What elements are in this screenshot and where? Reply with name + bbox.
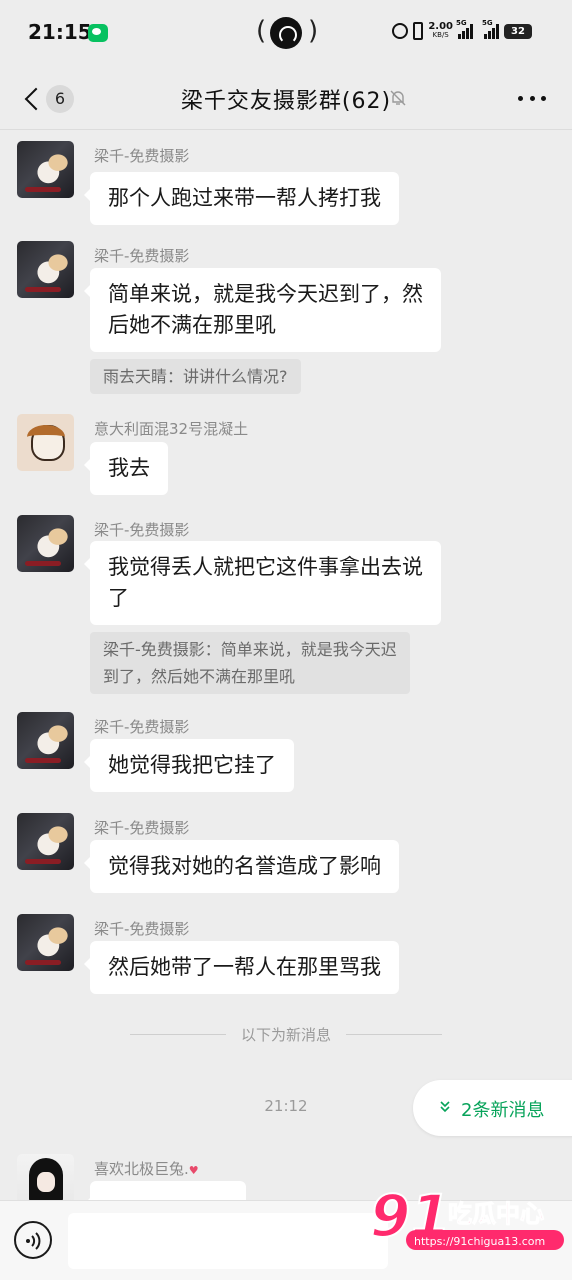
chat-header: 6 梁千交友摄影群(62): [0, 68, 572, 130]
message-bubble[interactable]: 觉得我对她的名誉造成了影响: [84, 840, 399, 893]
quoted-text-line: 到了，然后她不满在那里吼: [103, 667, 296, 686]
new-messages-label: 2条新消息: [461, 1100, 545, 1121]
divider-line: [346, 1034, 442, 1035]
double-chevron-down-icon: [440, 1101, 450, 1113]
new-messages-button[interactable]: 2条新消息: [413, 1080, 572, 1136]
divider-text: 以下为新消息: [240, 1026, 331, 1044]
sender-name: 梁千-免费摄影: [94, 521, 190, 539]
hotspot-icon: [270, 17, 302, 49]
vibrate-icon: [413, 22, 424, 40]
sender-name-text: 喜欢北极巨兔.: [94, 1160, 189, 1178]
message-text-line: 了: [108, 586, 129, 610]
quoted-message[interactable]: 梁千-免费摄影：简单来说，就是我今天迟 到了，然后她不满在那里吼: [90, 632, 410, 694]
signal-label-2: 5G: [482, 19, 493, 27]
message-text: 然后她带了一帮人在那里骂我: [108, 955, 381, 979]
network-speed: 2.00 KB/S: [428, 22, 453, 40]
avatar[interactable]: [17, 914, 74, 971]
sender-name: 梁千-免费摄影: [94, 247, 190, 265]
alarm-icon: [392, 23, 409, 39]
island-left-paren-icon: (: [256, 16, 267, 46]
chat-area[interactable]: 梁千-免费摄影 那个人跑过来带一帮人拷打我 梁千-免费摄影 简单来说，就是我今天…: [0, 131, 572, 1200]
message-input[interactable]: [68, 1213, 388, 1269]
signal-label: 5G: [456, 19, 467, 27]
message-bubble[interactable]: 那个人跑过来带一帮人拷打我: [84, 172, 399, 225]
sender-name: 喜欢北极巨兔.♥: [94, 1158, 199, 1179]
message-bubble[interactable]: 我觉得丢人就把它这件事拿出去说 了: [84, 541, 441, 625]
message-text-line: 我觉得丢人就把它这件事拿出去说: [108, 555, 423, 579]
message-text-line: 后她不满在那里吼: [108, 313, 276, 337]
message-bubble[interactable]: 简单来说，就是我今天迟到了，然 后她不满在那里吼: [84, 268, 441, 352]
voice-input-button[interactable]: [14, 1221, 52, 1259]
network-speed-unit: KB/S: [432, 31, 449, 39]
dynamic-island: ( ): [256, 15, 319, 51]
watermark-logo: 91 吃瓜中心 https://91chigua13.com: [369, 1180, 566, 1260]
avatar[interactable]: [17, 712, 74, 769]
message-text: 她觉得我把它挂了: [108, 753, 276, 777]
avatar[interactable]: [17, 515, 74, 572]
more-options-icon[interactable]: [518, 96, 546, 102]
sender-name: 梁千-免费摄影: [94, 718, 190, 736]
sender-name: 意大利面混32号混凝土: [94, 420, 249, 438]
heart-emoji: ♥: [188, 1164, 199, 1177]
sender-name: 梁千-免费摄影: [94, 147, 190, 165]
message-bubble[interactable]: [84, 1181, 246, 1200]
message-text: 我去: [108, 456, 150, 480]
avatar[interactable]: [17, 1154, 74, 1200]
quoted-text-line: 梁千-免费摄影：简单来说，就是我今天迟: [103, 640, 397, 659]
group-title: 梁千交友摄影群(62): [180, 89, 392, 114]
watermark-brand-text: 吃瓜中心: [448, 1200, 544, 1228]
message-bubble[interactable]: 她觉得我把它挂了: [84, 739, 294, 792]
message-bubble[interactable]: 然后她带了一帮人在那里骂我: [84, 941, 399, 994]
status-bar: 21:15 ( ) 2.00 KB/S 5G 5G 32: [0, 0, 572, 68]
message-bubble[interactable]: 我去: [84, 442, 168, 495]
mute-bell-icon: [390, 90, 406, 106]
voice-icon: [26, 1232, 41, 1250]
sender-name: 梁千-免费摄影: [94, 819, 190, 837]
watermark-url: https://91chigua13.com: [414, 1235, 545, 1248]
status-time: 21:15: [28, 20, 92, 44]
status-icons: 2.00 KB/S 5G 5G 32: [392, 19, 532, 40]
signal-icon-2: 5G: [482, 19, 499, 39]
avatar[interactable]: [17, 813, 74, 870]
avatar[interactable]: [17, 241, 74, 298]
wechat-notification-icon: [88, 24, 108, 42]
signal-icon: 5G: [456, 19, 473, 39]
message-text: 觉得我对她的名誉造成了影响: [108, 854, 381, 878]
message-text: 那个人跑过来带一帮人拷打我: [108, 186, 381, 210]
message-text-line: 简单来说，就是我今天迟到了，然: [108, 282, 423, 306]
quoted-message[interactable]: 雨去天睛：讲讲什么情况?: [90, 359, 301, 394]
new-messages-divider: 以下为新消息: [0, 1022, 572, 1046]
island-right-paren-icon: ): [308, 16, 319, 46]
avatar[interactable]: [17, 414, 74, 471]
battery-icon: 32: [504, 23, 532, 39]
avatar[interactable]: [17, 141, 74, 198]
sender-name: 梁千-免费摄影: [94, 920, 190, 938]
